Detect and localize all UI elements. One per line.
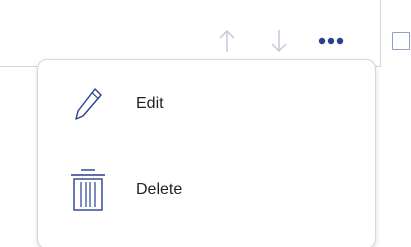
move-up-button[interactable] <box>212 26 242 56</box>
more-options-button[interactable] <box>316 26 346 56</box>
more-options-icon <box>318 37 344 45</box>
context-menu: Edit Delete <box>37 59 376 247</box>
menu-item-edit[interactable]: Edit <box>38 73 375 135</box>
app-root: Edit Delete <box>0 0 411 247</box>
trash-icon <box>68 168 108 212</box>
menu-item-delete[interactable]: Delete <box>38 159 375 221</box>
up-arrow-icon <box>219 29 235 52</box>
row-checkbox[interactable] <box>392 32 410 50</box>
menu-item-label: Edit <box>136 95 164 112</box>
pencil-icon <box>68 82 108 126</box>
toolbar <box>212 26 346 56</box>
menu-item-label: Delete <box>136 181 183 198</box>
move-down-button[interactable] <box>264 26 294 56</box>
down-arrow-icon <box>271 30 287 53</box>
